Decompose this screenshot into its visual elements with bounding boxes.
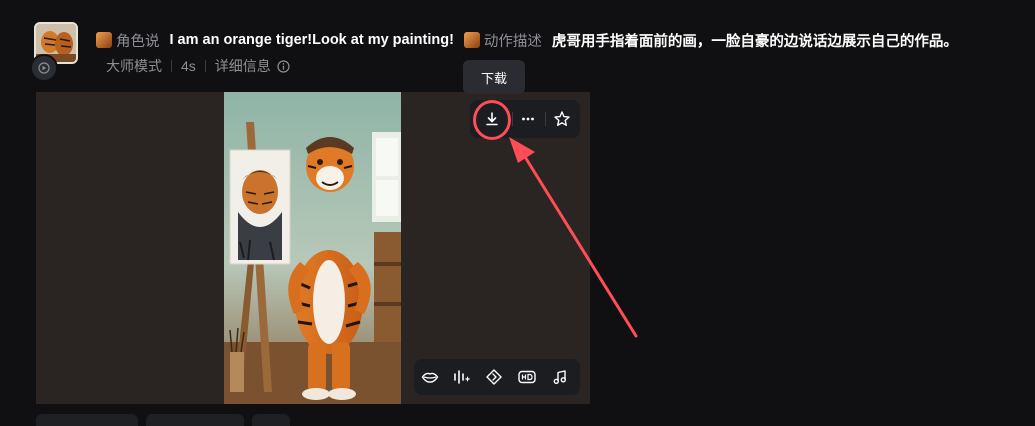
duration-label: 4s <box>181 58 196 74</box>
bottom-toolbar <box>414 359 580 395</box>
annotation-circle <box>473 100 511 140</box>
music-button[interactable] <box>547 364 573 390</box>
video-card[interactable] <box>36 92 590 404</box>
bottom-chip[interactable] <box>252 414 290 426</box>
avatar-badge <box>30 54 58 82</box>
hd-button[interactable] <box>514 364 540 390</box>
audio-sparkle-icon <box>454 370 471 384</box>
mode-label: 大师模式 <box>106 58 162 74</box>
action-text: 虎哥用手指着面前的画，一脸自豪的边说话边展示自己的作品。 <box>551 33 958 50</box>
divider <box>512 112 513 126</box>
role-icon <box>96 32 112 48</box>
extend-icon <box>486 369 502 385</box>
action-icon <box>463 32 480 48</box>
info-icon[interactable] <box>277 59 290 73</box>
avatar-group <box>30 22 78 82</box>
role-speech: I am an orange tiger!Look at my painting… <box>169 32 454 48</box>
lip-sync-button[interactable] <box>417 364 443 390</box>
divider <box>171 60 172 72</box>
video-icon <box>38 62 50 74</box>
video-thumbnail[interactable] <box>224 92 401 404</box>
bottom-chip[interactable] <box>36 414 138 426</box>
meta-line: 大师模式 4s 详细信息 <box>106 56 290 76</box>
prompt-line: 角色说 I am an orange tiger!Look at my pain… <box>96 30 958 50</box>
lips-icon <box>421 372 439 383</box>
extend-button[interactable] <box>481 364 507 390</box>
role-label: 角色说 <box>116 33 160 50</box>
bottom-chip[interactable] <box>146 414 244 426</box>
download-tooltip: 下载 <box>463 60 525 94</box>
music-icon <box>553 370 567 385</box>
more-icon <box>522 117 534 121</box>
divider <box>204 60 206 72</box>
hd-icon <box>518 370 536 384</box>
more-button[interactable] <box>514 105 542 133</box>
audio-generate-button[interactable] <box>449 364 475 390</box>
divider <box>545 112 546 126</box>
favorite-button[interactable] <box>548 105 576 133</box>
details-link[interactable]: 详细信息 <box>215 56 271 76</box>
star-icon <box>554 111 570 126</box>
action-label: 动作描述 <box>483 33 542 50</box>
